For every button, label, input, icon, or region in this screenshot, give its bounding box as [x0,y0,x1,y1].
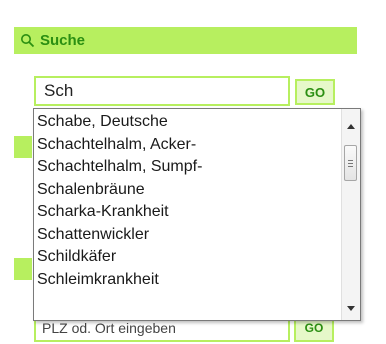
search-input[interactable] [34,76,290,106]
suggestion-item[interactable]: Schachtelhalm, Sumpf- [34,156,344,179]
search-header: Suche [14,27,357,54]
suggestion-item[interactable]: Schleimkrankheit [34,269,344,292]
dropdown-scrollbar[interactable] [341,109,360,320]
scrollbar-thumb[interactable] [344,145,357,181]
suggestion-item[interactable]: Schattenwickler [34,224,344,247]
suggestion-item[interactable]: Schildkäfer [34,246,344,269]
go-button[interactable]: GO [295,79,335,105]
suggestion-item[interactable]: Schachtelhalm, Acker- [34,134,344,157]
suggestion-item[interactable]: Schabe, Deutsche [34,111,344,134]
suggestion-item[interactable]: Scharka-Krankheit [34,201,344,224]
scroll-up-arrow-icon[interactable] [342,117,360,135]
suggestion-list: Schabe, Deutsche Schachtelhalm, Acker- S… [34,111,344,291]
autocomplete-dropdown: Schabe, Deutsche Schachtelhalm, Acker- S… [33,108,361,321]
search-title: Suche [40,32,86,49]
search-icon [14,33,40,48]
suggestion-item[interactable]: Schalenbräune [34,179,344,202]
scroll-down-arrow-icon[interactable] [342,299,360,317]
category-icon [14,136,32,158]
location-icon [14,258,32,280]
